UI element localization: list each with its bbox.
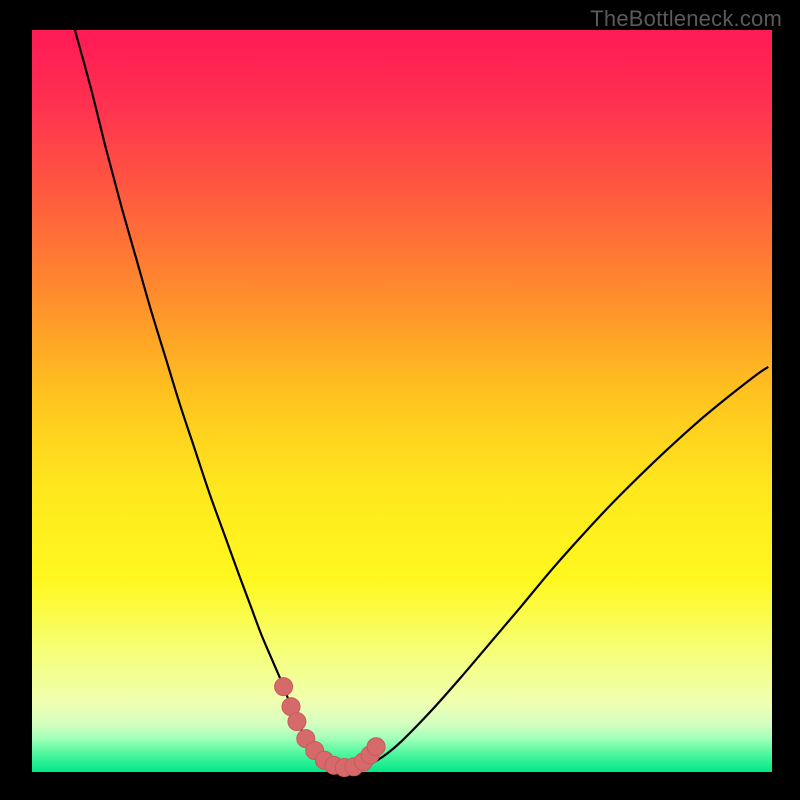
- marker-point: [275, 678, 293, 696]
- gradient-background: [32, 30, 772, 772]
- marker-point: [288, 713, 306, 731]
- marker-point: [367, 738, 385, 756]
- chart-svg: [0, 0, 800, 800]
- chart-frame: TheBottleneck.com: [0, 0, 800, 800]
